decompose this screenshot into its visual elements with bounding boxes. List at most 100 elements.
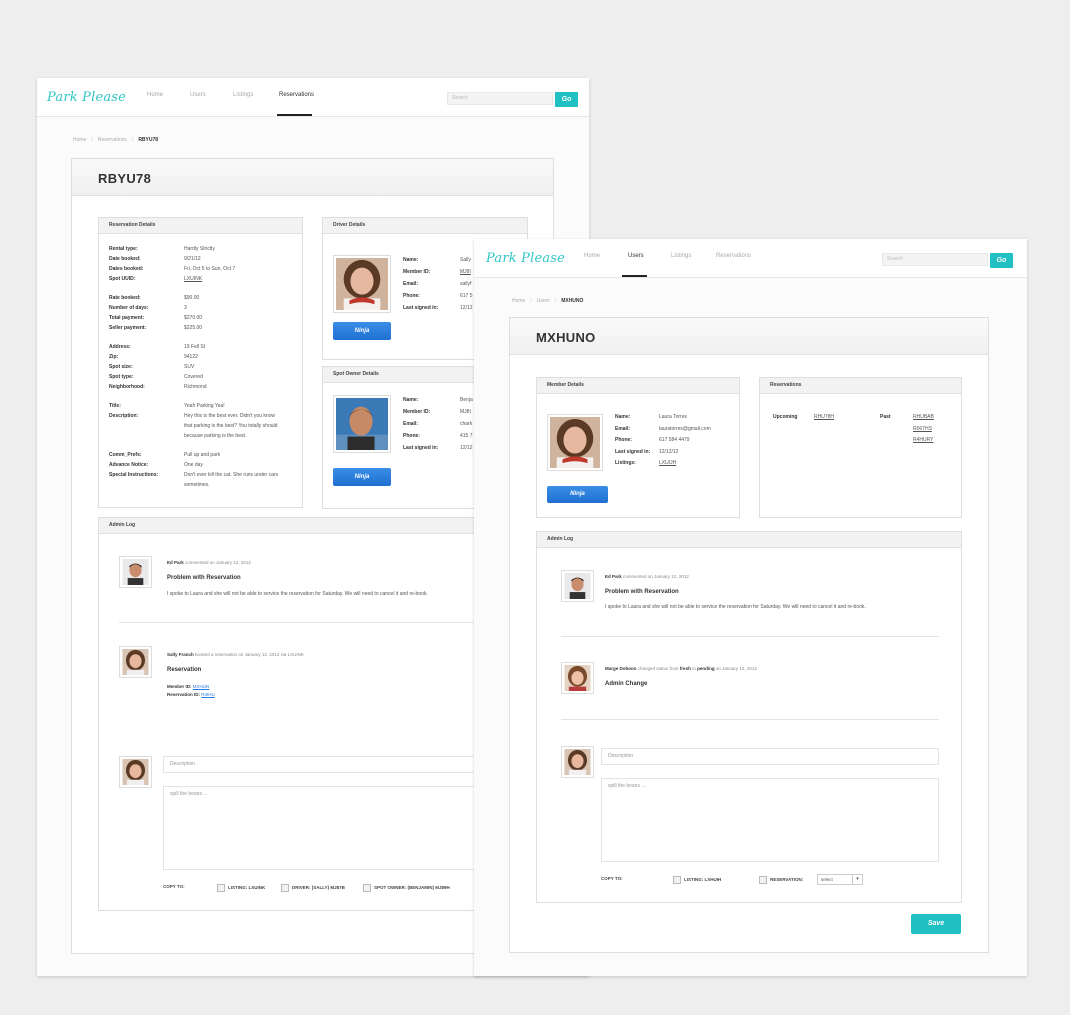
log-meta: Sally Franch booked a reservation on Jan… [167,652,304,657]
special-line: sometimes. [184,482,210,488]
woman-photo-icon [122,649,149,675]
detail-label: Address: [109,344,131,350]
copy-to-label: COPY TO: [163,884,185,889]
details-group-1: Rental type: Hardly Strictly Date booked:… [109,244,299,284]
panel-heading: Reservations [760,378,961,394]
detail-label: Special Instructions: [109,472,159,478]
panel-heading: Member Details [537,378,739,394]
page-title: RBYU78 [98,171,152,186]
log-title: Problem with Reservation [605,589,679,595]
save-button[interactable]: Save [911,914,961,934]
ninja-button[interactable]: Ninja [333,322,391,340]
current-user-avatar [561,746,594,778]
select-value: select [821,877,833,882]
log-meta: Ed Park commented on January 12, 2012 [167,560,251,565]
log-author: Ed Park [167,560,184,565]
log-title: Admin Change [605,681,648,687]
checkbox-icon[interactable] [217,884,225,892]
top-nav: Park Please Home Users Listings Reservat… [37,78,589,117]
log-title: Reservation [167,667,202,673]
checkbox-icon[interactable] [281,884,289,892]
reservations-panel: Reservations Upcoming RHU78H Past RHUBAB… [759,377,962,518]
status-to-word: to [692,666,696,671]
breadcrumb-home[interactable]: Home [73,137,86,143]
detail-value: Richmond [184,384,207,390]
breadcrumb-reservations[interactable]: Reservations [98,137,127,143]
nav-listings[interactable]: Listings [233,92,253,98]
description-input[interactable]: Description [601,748,939,765]
checkbox-label: RESERVATION: [770,877,804,883]
comment-textarea[interactable]: spill the beans ... [163,786,523,870]
detail-value: 12/12 [460,445,473,451]
woman-photo-icon [564,749,591,775]
nav-home[interactable]: Home [147,92,163,98]
reservation-link[interactable]: R4HURY [913,435,933,445]
copy-listing-checkbox[interactable]: LISTING: LXUINK [217,884,265,892]
man-photo-icon [122,559,149,585]
copy-listing-checkbox[interactable]: LISTING: LXHUIH [673,876,721,884]
spot-uuid-link[interactable]: LXUINK [184,274,202,284]
woman-photo-icon [122,759,149,785]
breadcrumb-users[interactable]: Users [537,298,550,304]
detail-label: Last signed in: [403,305,439,311]
detail-label: Phone: [403,293,420,299]
reservation-id-link[interactable]: RIIIHU [201,692,215,697]
nav-reservations[interactable]: Reservations [716,253,751,259]
copy-owner-checkbox[interactable]: SPOT OWNER: (BENJAMIN) MJ89H [363,884,450,892]
copy-driver-checkbox[interactable]: DRIVER: (SALLY) MJ87B [281,884,345,892]
nav-users[interactable]: Users [190,92,206,98]
search-input[interactable]: Search [882,253,988,266]
log-body: I spoke to Laura and she will not be abl… [167,591,428,597]
checkbox-label: LISTING: LXUINK [228,885,266,891]
past-text: Past [880,414,891,420]
detail-value: 415 7 [460,433,473,439]
nav-home[interactable]: Home [584,253,600,259]
go-button[interactable]: Go [555,92,578,107]
reservation-link[interactable]: R067HS [913,424,932,434]
detail-label: Email: [403,281,419,287]
detail-value: 617 584 4479 [659,437,690,443]
copy-reservation-checkbox[interactable]: RESERVATION: [759,876,803,884]
nav-listings[interactable]: Listings [671,253,691,259]
checkbox-icon[interactable] [673,876,681,884]
detail-value: $90.00 [184,295,200,301]
description-line: that parking is the best? You totally sh… [184,423,278,429]
checkbox-label: LISTING: LXHUIH [684,877,722,883]
nav-users[interactable]: Users [628,253,644,259]
detail-label: Last signed in: [403,445,439,451]
detail-value: MJ8I [460,409,471,415]
listing-link[interactable]: LXUIJH [659,458,676,468]
user-window: Park Please Home Users Listings Reservat… [474,239,1027,976]
go-button[interactable]: Go [990,253,1013,268]
reservation-select[interactable]: select ▾ [817,874,863,885]
nav-reservations[interactable]: Reservations [279,92,314,98]
brand-logo[interactable]: Park Please [486,251,565,266]
detail-label: Comm_Prefs: [109,452,142,458]
author-avatar [561,570,594,602]
log-title: Problem with Reservation [167,575,241,581]
detail-label: Advance Notice: [109,462,149,468]
top-nav: Park Please Home Users Listings Reservat… [474,239,1027,278]
description-input[interactable]: Description [163,756,523,773]
detail-label: Email: [615,425,631,432]
member-id-link[interactable]: MJ8I [460,267,471,277]
comment-textarea[interactable]: spill the beans ... [601,778,939,862]
brand-logo[interactable]: Park Please [47,90,126,105]
ninja-button[interactable]: Ninja [333,468,391,486]
log-author: Sally Franch [167,652,194,657]
detail-label: Email: [403,421,419,427]
reservation-link[interactable]: RHU78H [814,412,834,422]
checkbox-icon[interactable] [363,884,371,892]
member-avatar [547,414,603,471]
ninja-button[interactable]: Ninja [547,486,608,503]
detail-value: $270.00 [184,315,203,321]
checkbox-icon[interactable] [759,876,767,884]
reservation-link[interactable]: RHUBAB [913,412,934,422]
member-info: Name: Laura Torres Email: lauratorres@gmai… [615,412,735,470]
breadcrumb-home[interactable]: Home [512,298,525,304]
member-id-link[interactable]: MXHUN [193,684,210,689]
detail-value: 12/12/12 [659,448,679,455]
search-input[interactable]: Search [447,92,553,105]
chevron-down-icon[interactable]: ▾ [852,875,862,884]
nav-active-indicator [277,114,312,116]
